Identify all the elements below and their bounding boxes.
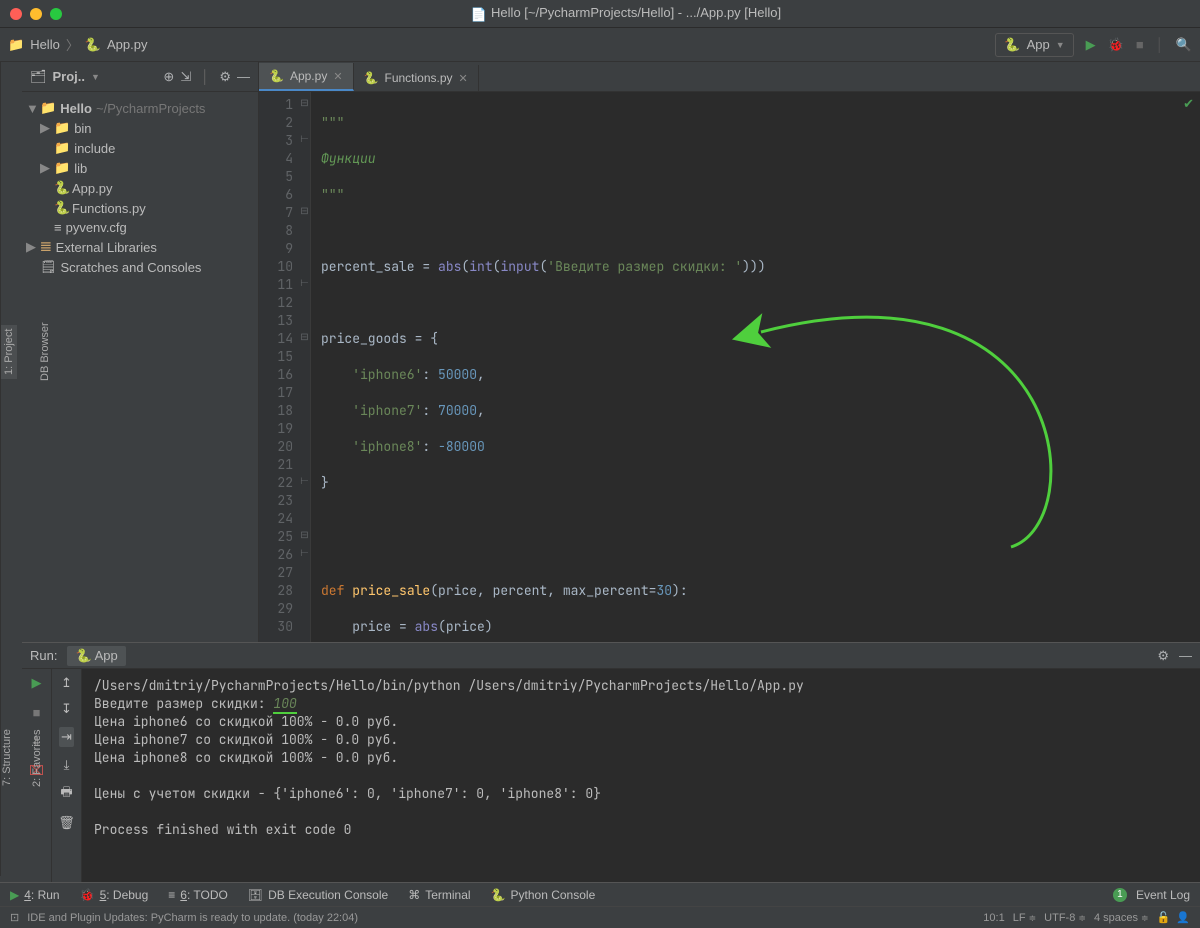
scroll-to-end-icon[interactable]: ⤓ <box>64 757 70 773</box>
editor-area: 🐍App.py✕ 🐍Functions.py✕ ✔ 12345678910111… <box>259 62 1200 642</box>
chevron-down-icon[interactable]: ▼ <box>91 72 100 82</box>
code-content[interactable]: """ Функции """ percent_sale = abs(int(i… <box>311 92 1200 642</box>
tree-item-include[interactable]: 📁include <box>26 138 254 158</box>
bottom-tab-todo[interactable]: ≡6: TODO <box>168 888 228 902</box>
run-header: Run: 🐍 App ⚙ — <box>22 643 1200 669</box>
tree-item-bin[interactable]: ▶📁bin <box>26 118 254 138</box>
tree-external-libraries[interactable]: ▶𝌆External Libraries <box>26 237 254 257</box>
minimize-window-button[interactable] <box>30 8 42 20</box>
tree-item-functions[interactable]: 🐍Functions.py <box>26 198 254 218</box>
print-icon[interactable]: 🖶 <box>60 783 72 805</box>
titlebar: 📄Hello [~/PycharmProjects/Hello] - .../A… <box>0 0 1200 28</box>
tree-root-name: Hello <box>60 101 92 116</box>
status-bar: ⊡ IDE and Plugin Updates: PyCharm is rea… <box>0 906 1200 928</box>
hide-icon[interactable]: — <box>237 69 250 84</box>
up-stack-icon[interactable]: ↥ <box>61 675 72 691</box>
readonly-lock-icon[interactable]: 🔓 <box>1157 911 1171 924</box>
run-toolbar-2: ↥ ↧ ⇥ ⤓ 🖶 🗑 <box>52 669 82 882</box>
down-stack-icon[interactable]: ↧ <box>61 701 72 717</box>
run-config-name: App <box>1027 37 1050 52</box>
run-tab[interactable]: 🐍 App <box>67 646 125 666</box>
clear-all-icon[interactable]: 🗑 <box>58 815 75 831</box>
maximize-window-button[interactable] <box>50 8 62 20</box>
tab-functions-py[interactable]: 🐍Functions.py✕ <box>354 65 479 91</box>
tree-item-app[interactable]: 🐍App.py <box>26 178 254 198</box>
line-separator[interactable]: LF ≑ <box>1013 912 1036 924</box>
breadcrumb-file[interactable]: App.py <box>107 37 147 52</box>
tool-window-toggle-icon[interactable]: ⊡ <box>10 911 19 924</box>
locate-icon[interactable]: ⊕ <box>163 69 174 85</box>
debug-button[interactable]: 🐞 <box>1108 37 1124 53</box>
tree-root[interactable]: ▼📁 Hello ~/PycharmProjects <box>26 98 254 118</box>
bottom-tab-run[interactable]: ▶4: Run <box>10 888 60 902</box>
breadcrumb[interactable]: 📁 Hello 〉 🐍 App.py <box>8 35 148 54</box>
fold-gutter[interactable]: ⊟⊢⊟⊢⊟⊢⊟⊢ <box>299 92 311 642</box>
db-browser-tool-tab[interactable]: DB Browser <box>37 319 53 386</box>
tree-scratches[interactable]: 🗒Scratches and Consoles <box>26 257 254 277</box>
project-panel-title[interactable]: Proj.. <box>53 69 86 84</box>
bottom-tool-tabs: ▶4: Run 🐞5: Debug ≡6: TODO 🗄DB Execution… <box>0 882 1200 906</box>
caret-position[interactable]: 10:1 <box>983 912 1004 924</box>
structure-tool-tab[interactable]: 7: Structure <box>1 730 13 787</box>
hector-icon[interactable]: 👤 <box>1176 911 1190 924</box>
run-tool-window: Run: 🐍 App ⚙ — ▶ ■ ‖ ⌧ ↥ ↧ ⇥ ⤓ 🖶 🗑 /User… <box>22 642 1200 882</box>
run-configuration-selector[interactable]: 🐍 App ▼ <box>995 33 1073 57</box>
close-window-button[interactable] <box>10 8 22 20</box>
bottom-tab-python-console[interactable]: 🐍Python Console <box>491 888 596 902</box>
favorites-tool-tab[interactable]: 2: Favorites <box>31 729 43 786</box>
editor-tabs: 🐍App.py✕ 🐍Functions.py✕ <box>259 62 1200 92</box>
tab-app-py[interactable]: 🐍App.py✕ <box>259 63 354 91</box>
folder-icon: 📁 <box>8 37 24 53</box>
left-tool-tabs-bottom: 7: Structure 2: Favorites <box>0 640 22 876</box>
chevron-right-icon: 〉 <box>66 35 79 54</box>
code-editor[interactable]: ✔ 12345678910111213141516171819202122232… <box>259 92 1200 642</box>
chevron-down-icon: ▼ <box>1056 40 1065 50</box>
tree-item-pyvenv[interactable]: ≡pyvenv.cfg <box>26 218 254 237</box>
project-panel-header: 🗂 Proj.. ▼ ⊕ ⇲ │ ⚙ — <box>22 62 258 92</box>
status-message[interactable]: IDE and Plugin Updates: PyCharm is ready… <box>27 912 358 924</box>
file-encoding[interactable]: UTF-8 ≑ <box>1044 912 1086 924</box>
separator: │ <box>1156 37 1164 52</box>
project-tool-tab[interactable]: 1: Project <box>1 325 17 379</box>
stop-run-button[interactable]: ■ <box>33 705 41 720</box>
bottom-tab-terminal[interactable]: ⌘Terminal <box>408 888 470 902</box>
run-button[interactable]: ▶ <box>1086 37 1096 53</box>
window-controls <box>10 8 62 20</box>
close-tab-icon[interactable]: ✕ <box>333 70 342 83</box>
navigation-bar: 📁 Hello 〉 🐍 App.py 🐍 App ▼ ▶ 🐞 ■ │ 🔍 <box>0 28 1200 62</box>
close-tab-icon[interactable]: ✕ <box>459 72 468 85</box>
indent-settings[interactable]: 4 spaces ≑ <box>1094 912 1149 924</box>
left-tool-tabs: 1: Project DB Browser <box>0 62 22 642</box>
bottom-tab-dbexec[interactable]: 🗄DB Execution Console <box>248 888 388 902</box>
stop-button[interactable]: ■ <box>1136 37 1144 52</box>
tree-item-lib[interactable]: ▶📁lib <box>26 158 254 178</box>
gear-icon[interactable]: ⚙ <box>219 69 231 85</box>
bottom-tab-debug[interactable]: 🐞5: Debug <box>80 888 149 902</box>
python-icon: 🐍 <box>1004 37 1020 53</box>
soft-wrap-icon[interactable]: ⇥ <box>59 727 74 747</box>
breadcrumb-project[interactable]: Hello <box>30 37 60 52</box>
collapse-all-icon[interactable]: ⇲ <box>180 69 191 85</box>
project-view-icon: 🗂 <box>30 69 47 85</box>
hide-icon[interactable]: — <box>1179 648 1192 663</box>
tree-root-path: ~/PycharmProjects <box>96 101 205 116</box>
project-tree: ▼📁 Hello ~/PycharmProjects ▶📁bin 📁includ… <box>22 92 258 283</box>
run-label: Run: <box>30 648 57 663</box>
rerun-button[interactable]: ▶ <box>32 675 42 691</box>
event-log-button[interactable]: 1Event Log <box>1113 888 1190 902</box>
gear-icon[interactable]: ⚙ <box>1157 648 1169 664</box>
project-panel: 🗂 Proj.. ▼ ⊕ ⇲ │ ⚙ — ▼📁 Hello ~/PycharmP… <box>22 62 259 642</box>
search-everywhere-button[interactable]: 🔍 <box>1176 37 1192 53</box>
python-file-icon: 🐍 <box>85 37 101 53</box>
window-title: 📄Hello [~/PycharmProjects/Hello] - .../A… <box>62 5 1190 23</box>
console-output[interactable]: /Users/dmitriy/PycharmProjects/Hello/bin… <box>82 669 1200 882</box>
line-number-gutter[interactable]: 1234567891011121314151617181920212223242… <box>259 92 299 642</box>
